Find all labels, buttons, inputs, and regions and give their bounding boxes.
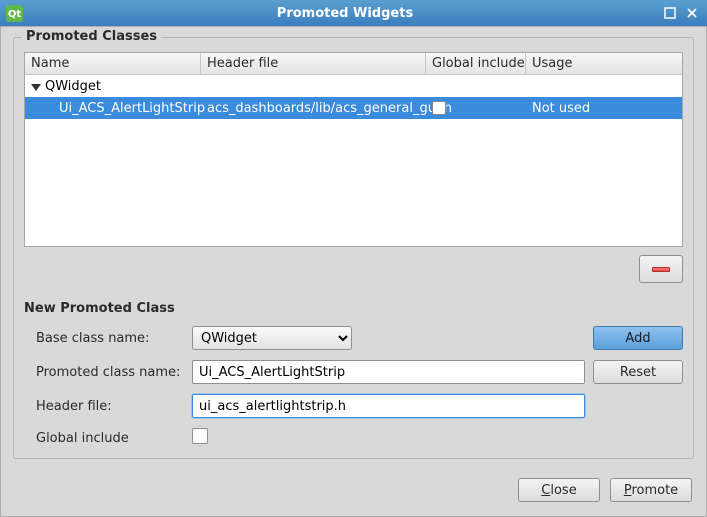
tree-parent-label: QWidget xyxy=(45,79,101,94)
add-button[interactable]: Add xyxy=(593,326,683,350)
column-name[interactable]: Name xyxy=(25,53,201,74)
maximize-icon[interactable] xyxy=(661,5,679,21)
tree-cell-name: Ui_ACS_AlertLightStrip xyxy=(31,97,207,119)
window-title: Promoted Widgets xyxy=(29,6,661,21)
column-global[interactable]: Global include xyxy=(426,53,526,74)
tree-cell-header: acs_dashboards/lib/acs_general_gui.h xyxy=(207,97,432,119)
header-file-input[interactable] xyxy=(192,394,585,418)
chevron-down-icon[interactable] xyxy=(31,84,41,91)
column-usage[interactable]: Usage xyxy=(526,53,682,74)
tree-header: Name Header file Global include Usage xyxy=(25,53,682,75)
close-button[interactable]: Close xyxy=(518,478,600,502)
tree-cell-usage: Not used xyxy=(532,97,682,119)
close-icon[interactable] xyxy=(683,5,701,21)
promote-button[interactable]: Promote xyxy=(610,478,692,502)
base-class-combo[interactable]: QWidget xyxy=(192,326,352,350)
reset-button[interactable]: Reset xyxy=(593,360,683,384)
svg-text:Qt: Qt xyxy=(8,9,22,20)
label-promoted: Promoted class name: xyxy=(24,365,184,380)
promoted-class-input[interactable] xyxy=(192,360,585,384)
tree-row-child[interactable]: Ui_ACS_AlertLightStrip acs_dashboards/li… xyxy=(25,97,682,119)
promoted-classes-group: Promoted Classes Name Header file Global… xyxy=(13,37,694,459)
tree-row-parent[interactable]: QWidget xyxy=(25,75,682,97)
dialog-footer: Close Promote xyxy=(518,478,692,502)
remove-button[interactable] xyxy=(639,255,683,283)
new-class-title: New Promoted Class xyxy=(24,301,683,316)
tree-cell-global[interactable] xyxy=(432,97,532,119)
label-header: Header file: xyxy=(24,399,184,414)
promoted-classes-tree[interactable]: Name Header file Global include Usage QW… xyxy=(24,52,683,247)
label-base: Base class name: xyxy=(24,331,184,346)
global-include-checkbox[interactable] xyxy=(192,428,208,444)
qt-icon: Qt xyxy=(6,5,23,22)
window-body: Promoted Classes Name Header file Global… xyxy=(0,26,707,517)
minus-icon xyxy=(652,267,670,272)
tree-global-checkbox[interactable] xyxy=(432,101,446,115)
label-global: Global include xyxy=(24,431,184,446)
promoted-classes-title: Promoted Classes xyxy=(22,29,161,44)
titlebar: Qt Promoted Widgets xyxy=(0,0,707,26)
column-header[interactable]: Header file xyxy=(201,53,426,74)
new-promoted-class-section: New Promoted Class Base class name: QWid… xyxy=(24,301,683,448)
